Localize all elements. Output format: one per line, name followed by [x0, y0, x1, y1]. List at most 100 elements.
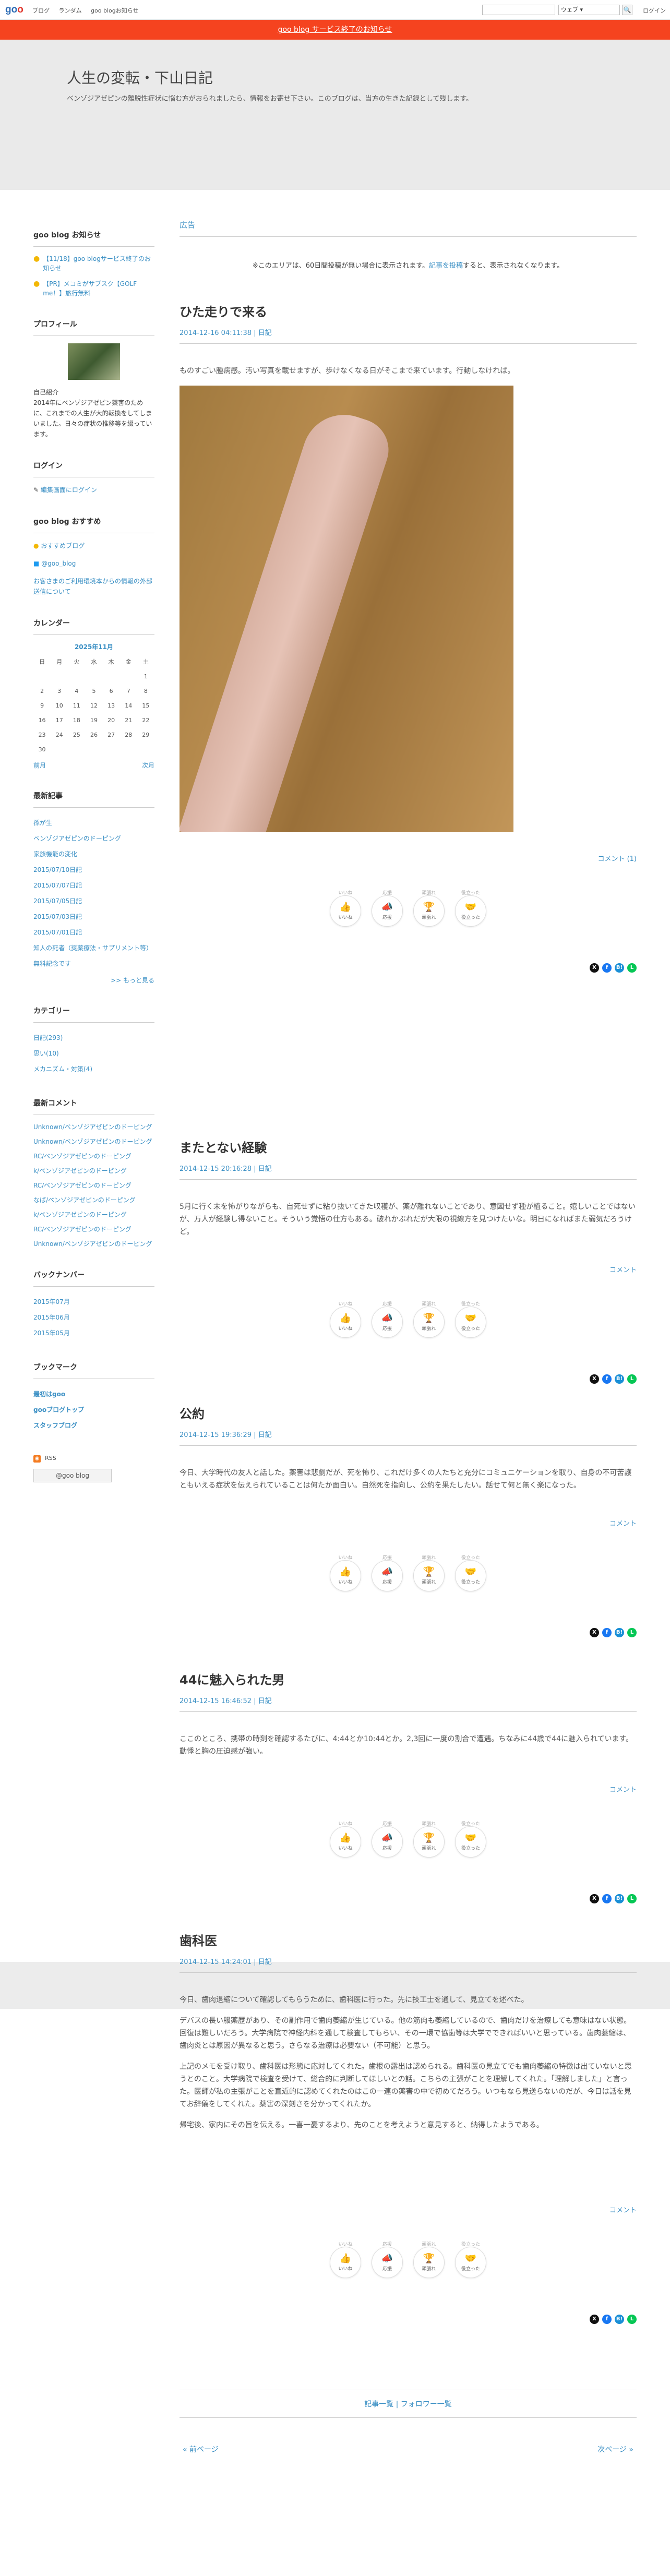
line-share-icon[interactable]: L — [627, 963, 637, 973]
post-title[interactable]: またとない経験 — [180, 1137, 637, 1156]
reaction-button[interactable]: 応援 📣 応援 — [370, 1554, 404, 1591]
reaction-button[interactable]: 応援 📣 応援 — [370, 1820, 404, 1858]
reaction-circle[interactable]: 📣 応援 — [372, 2247, 403, 2278]
goo-blog-twitter-link[interactable]: @goo_blog — [41, 560, 76, 567]
reaction-button[interactable]: いいね 👍 いいね — [328, 1300, 363, 1338]
edit-login-link[interactable]: 編集画面にログイン — [41, 486, 97, 494]
recent-comment-link[interactable]: RC/ベンゾジアゼピンのドーピング — [33, 1181, 154, 1190]
more-posts-link[interactable]: >> もっと見る — [111, 977, 154, 984]
reaction-circle[interactable]: 🏆 頑張れ — [413, 895, 445, 927]
post-title[interactable]: 44に魅入られた男 — [180, 1670, 637, 1688]
reaction-button[interactable]: 応援 📣 応援 — [370, 889, 404, 927]
reaction-button[interactable]: 応援 📣 応援 — [370, 1300, 404, 1338]
hatena-share-icon[interactable]: B! — [615, 1374, 624, 1384]
recent-comment-link[interactable]: RC/ベンゾジアゼピンのドーピング — [33, 1152, 154, 1161]
recent-post-link[interactable]: 2015/07/10日記 — [33, 862, 154, 878]
bookmark-link[interactable]: gooブログトップ — [33, 1402, 154, 1418]
calendar-next-link[interactable]: 次月 — [142, 761, 154, 770]
reaction-circle[interactable]: 👍 いいね — [330, 1307, 361, 1338]
goo-logo[interactable]: goo — [5, 4, 23, 16]
post-comment-link[interactable]: コメント — [609, 1786, 637, 1794]
post-title[interactable]: 公約 — [180, 1404, 637, 1422]
facebook-share-icon[interactable]: f — [602, 1628, 612, 1637]
reaction-circle[interactable]: 📣 応援 — [372, 1307, 403, 1338]
recent-post-link[interactable]: 孫が生 — [33, 815, 154, 831]
reaction-button[interactable]: 頑張れ 🏆 頑張れ — [412, 1300, 446, 1338]
category-link[interactable]: 日記(293) — [33, 1030, 154, 1046]
facebook-share-icon[interactable]: f — [602, 2315, 612, 2324]
reaction-button[interactable]: 頑張れ 🏆 頑張れ — [412, 1554, 446, 1591]
post-comment-link[interactable]: コメント — [609, 2207, 637, 2214]
recommend-blog-link[interactable]: おすすめブログ — [41, 542, 85, 549]
reaction-button[interactable]: 頑張れ 🏆 頑張れ — [412, 2240, 446, 2278]
reaction-button[interactable]: 役立った 🤝 役立った — [453, 2240, 488, 2278]
reaction-circle[interactable]: 🤝 役立った — [455, 1307, 486, 1338]
top-link-notice[interactable]: goo blogお知らせ — [91, 7, 138, 14]
x-share-icon[interactable]: X — [590, 963, 599, 973]
service-end-notice-link[interactable]: goo blog サービス終了のお知らせ — [278, 26, 392, 34]
reaction-circle[interactable]: 🤝 役立った — [455, 1560, 486, 1591]
reaction-button[interactable]: 役立った 🤝 役立った — [453, 1554, 488, 1591]
recent-post-link[interactable]: 2015/07/05日記 — [33, 893, 154, 909]
line-share-icon[interactable]: L — [627, 1374, 637, 1384]
post-title[interactable]: 歯科医 — [180, 1931, 637, 1949]
recent-comment-link[interactable]: Unknown/ベンゾジアゼピンのドーピング — [33, 1239, 154, 1249]
backnumber-link[interactable]: 2015年07月 — [33, 1294, 154, 1310]
facebook-share-icon[interactable]: f — [602, 1374, 612, 1384]
facebook-share-icon[interactable]: f — [602, 1894, 612, 1903]
notice-item[interactable]: ● 【PR】メコミがサブスク【GOLF me！】旅行無料 — [33, 279, 154, 298]
reaction-circle[interactable]: 👍 いいね — [330, 2247, 361, 2278]
prev-page-link[interactable]: « 前ページ — [183, 2444, 219, 2454]
recent-post-link[interactable]: 2015/07/03日記 — [33, 909, 154, 925]
reaction-circle[interactable]: 📣 応援 — [372, 1560, 403, 1591]
external-data-info-link[interactable]: お客さまのご利用環境本からの情報の外部送信について — [33, 578, 152, 595]
reaction-circle[interactable]: 👍 いいね — [330, 1560, 361, 1591]
recent-comment-link[interactable]: Unknown/ベンゾジアゼピンのドーピング — [33, 1137, 154, 1146]
reaction-circle[interactable]: 🤝 役立った — [455, 1826, 486, 1858]
hatena-share-icon[interactable]: B! — [615, 1894, 624, 1903]
post-photo[interactable] — [180, 386, 513, 832]
top-link-blog[interactable]: ブログ — [32, 7, 50, 14]
post-comment-link[interactable]: コメント — [609, 1520, 637, 1528]
reaction-circle[interactable]: 🏆 頑張れ — [413, 1560, 445, 1591]
line-share-icon[interactable]: L — [627, 1628, 637, 1637]
reaction-circle[interactable]: 🏆 頑張れ — [413, 1826, 445, 1858]
reaction-button[interactable]: 頑張れ 🏆 頑張れ — [412, 1820, 446, 1858]
recent-post-link[interactable]: 2015/07/01日記 — [33, 925, 154, 940]
search-button[interactable]: 🔍 — [622, 5, 632, 15]
bookmark-link[interactable]: 最初はgoo — [33, 1386, 154, 1402]
search-input[interactable] — [482, 5, 555, 15]
recent-post-link[interactable]: 知人の死者（奨薬療法・サプリメント等） — [33, 940, 154, 956]
recent-comment-link[interactable]: RC/ベンゾジアゼピンのドーピング — [33, 1225, 154, 1234]
post-category-link[interactable]: 日記 — [258, 1958, 272, 1966]
post-category-link[interactable]: 日記 — [258, 1697, 272, 1705]
top-link-random[interactable]: ランダム — [59, 7, 82, 14]
x-share-icon[interactable]: X — [590, 1628, 599, 1637]
reaction-circle[interactable]: 📣 応援 — [372, 895, 403, 927]
reaction-button[interactable]: いいね 👍 いいね — [328, 1820, 363, 1858]
bookmark-link[interactable]: スタッフブログ — [33, 1418, 154, 1433]
recent-post-link[interactable]: ベンゾジアゼピンのドーピング — [33, 831, 154, 846]
reaction-button[interactable]: 役立った 🤝 役立った — [453, 1820, 488, 1858]
next-page-link[interactable]: 次ページ » — [597, 2444, 633, 2454]
recent-comment-link[interactable]: なば/ベンゾジアゼピンのドーピング — [33, 1195, 154, 1205]
reaction-circle[interactable]: 📣 応援 — [372, 1826, 403, 1858]
recent-post-link[interactable]: 家族機能の変化 — [33, 846, 154, 862]
reaction-circle[interactable]: 👍 いいね — [330, 895, 361, 927]
post-title[interactable]: ひた走りで来る — [180, 302, 637, 320]
category-link[interactable]: メカニズム・対策(4) — [33, 1061, 154, 1077]
reaction-button[interactable]: 役立った 🤝 役立った — [453, 889, 488, 927]
x-share-icon[interactable]: X — [590, 2315, 599, 2324]
post-category-link[interactable]: 日記 — [258, 329, 272, 337]
post-category-link[interactable]: 日記 — [258, 1431, 272, 1439]
profile-image[interactable] — [68, 343, 120, 380]
x-share-icon[interactable]: X — [590, 1894, 599, 1903]
reaction-button[interactable]: いいね 👍 いいね — [328, 2240, 363, 2278]
notice-item[interactable]: ● 【11/18】goo blogサービス終了のお知らせ — [33, 254, 154, 273]
hatena-share-icon[interactable]: B! — [615, 963, 624, 973]
hatena-share-icon[interactable]: B! — [615, 1628, 624, 1637]
goo-blog-badge[interactable]: @goo blog — [33, 1469, 112, 1482]
reaction-button[interactable]: いいね 👍 いいね — [328, 889, 363, 927]
facebook-share-icon[interactable]: f — [602, 963, 612, 973]
recent-post-link[interactable]: 2015/07/07日記 — [33, 878, 154, 893]
